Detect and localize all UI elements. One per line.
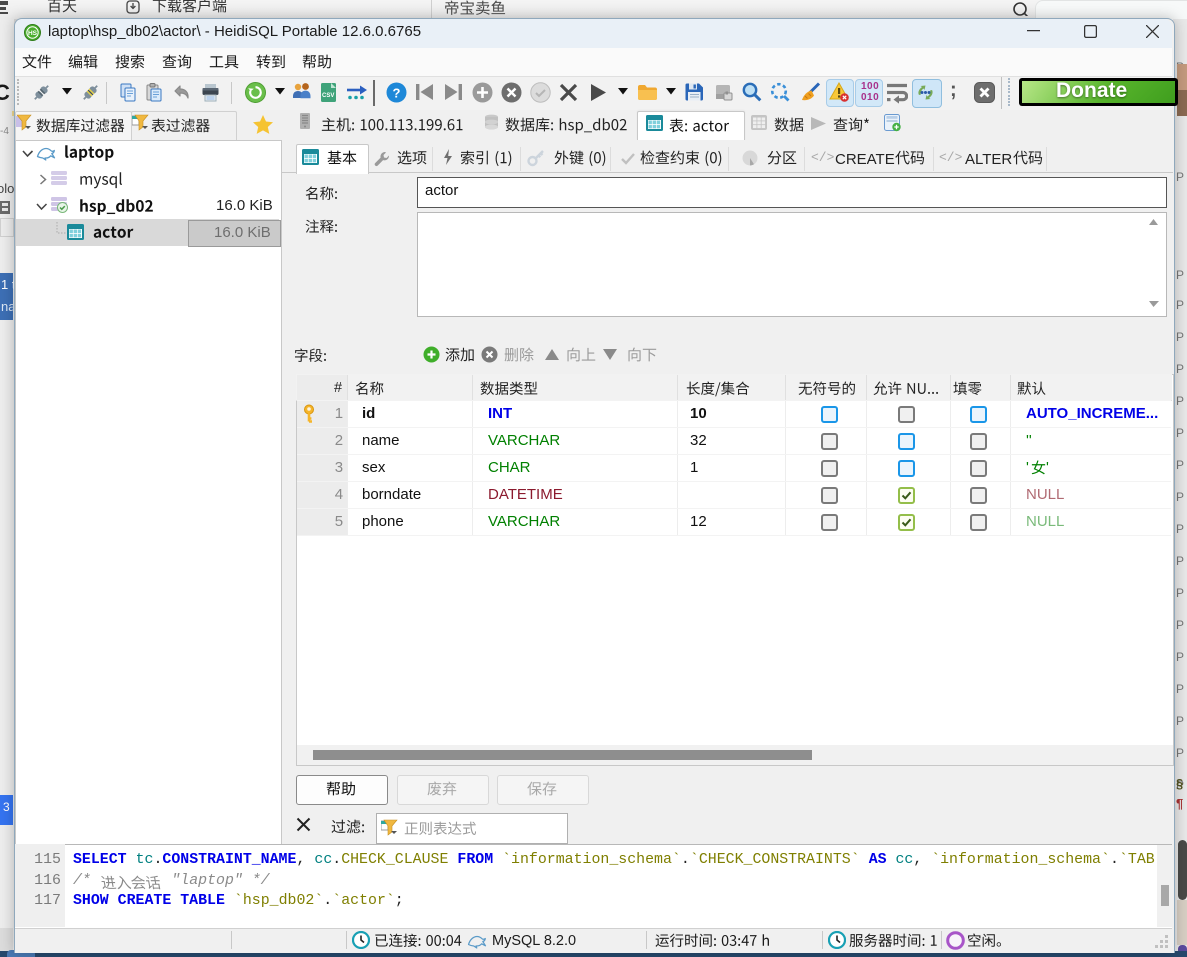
svg-text:?: ? [393,86,401,101]
svg-text:CSV: CSV [322,93,334,99]
svg-text:HS: HS [28,30,38,37]
